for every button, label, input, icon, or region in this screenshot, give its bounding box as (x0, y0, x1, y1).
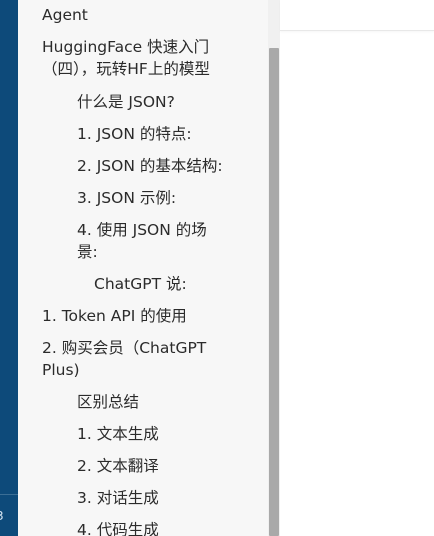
outline-item-huggingface[interactable]: HuggingFace 快速入门（四），玩转HF上的模型 (42, 36, 247, 80)
document-content-area (280, 0, 434, 536)
outline-item-json-example[interactable]: 3. JSON 示例: (77, 187, 247, 209)
app-window: 3 Agent HuggingFace 快速入门（四），玩转HF上的模型 什么是… (0, 0, 434, 536)
outline-item-summary[interactable]: 区别总结 (77, 391, 247, 413)
outline-item-json-structure[interactable]: 2. JSON 的基本结构: (77, 155, 257, 177)
outline-item-token-api[interactable]: 1. Token API 的使用 (42, 305, 257, 327)
outline-item-text-translation[interactable]: 2. 文本翻译 (77, 455, 247, 477)
outline-item-buy-membership[interactable]: 2. 购买会员（ChatGPT Plus) (42, 337, 232, 381)
outline-item-dialog-generation[interactable]: 3. 对话生成 (77, 487, 247, 509)
document-top-bar (280, 0, 434, 31)
outline-item-text-generation[interactable]: 1. 文本生成 (77, 423, 247, 445)
outline-item-agent[interactable]: Agent (42, 4, 262, 26)
outline-item-code-generation[interactable]: 4. 代码生成 (77, 519, 247, 536)
rail-number: 3 (0, 508, 6, 524)
left-activity-rail: 3 (0, 0, 18, 536)
outline-item-what-is-json[interactable]: 什么是 JSON? (77, 91, 247, 113)
outline-item-json-features[interactable]: 1. JSON 的特点: (77, 123, 247, 145)
outline-item-json-usage[interactable]: 4. 使用 JSON 的场景: (77, 219, 227, 263)
outline-item-chatgpt-says[interactable]: ChatGPT 说: (94, 273, 244, 295)
rail-divider (0, 494, 18, 495)
outline-panel: Agent HuggingFace 快速入门（四），玩转HF上的模型 什么是 J… (18, 0, 280, 536)
outline-scrollbar-thumb[interactable] (269, 48, 279, 536)
